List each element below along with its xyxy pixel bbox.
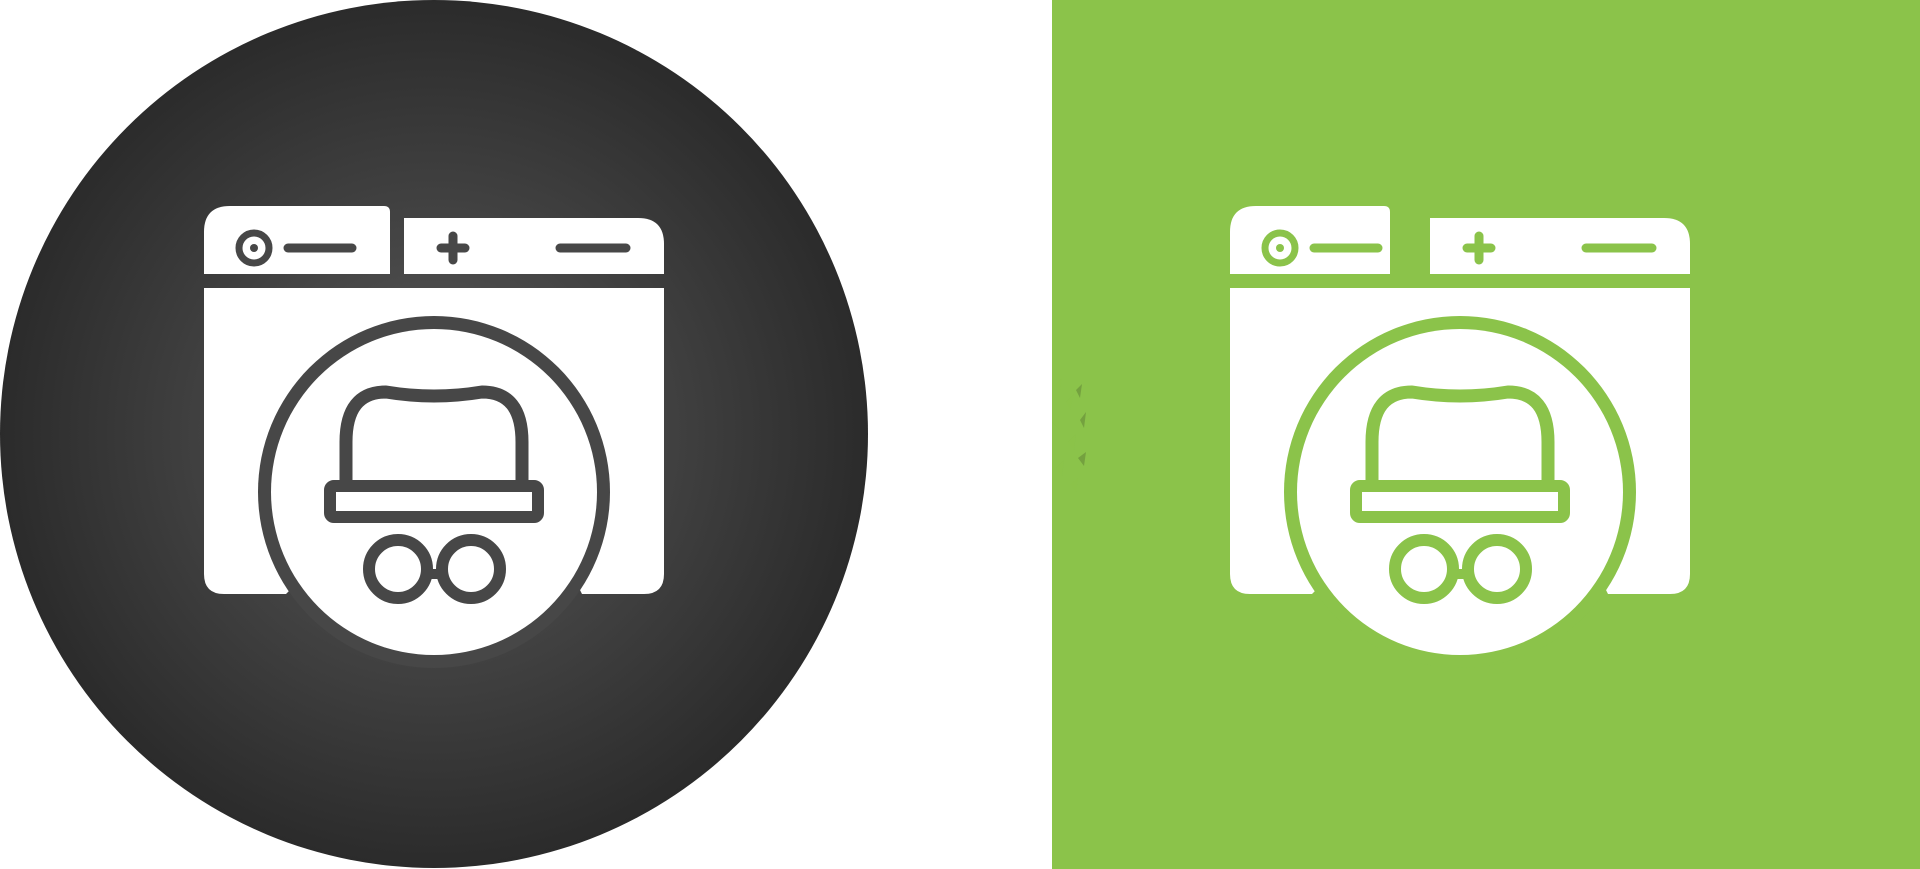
tab-dot — [250, 244, 258, 252]
dark-circle-variant — [0, 0, 870, 869]
incognito-browser-icon — [1052, 0, 1920, 869]
incognito-icon — [1284, 316, 1636, 668]
browser-tab-left — [1230, 206, 1390, 274]
browser-tab-left — [204, 206, 390, 274]
incognito-browser-icon — [0, 0, 868, 868]
incognito-icon — [258, 316, 610, 668]
icon-preview-canvas — [0, 0, 1920, 869]
edge-speckle-artifact — [1052, 378, 1086, 492]
tab-dot — [1276, 244, 1284, 252]
green-square-variant — [1052, 0, 1920, 869]
